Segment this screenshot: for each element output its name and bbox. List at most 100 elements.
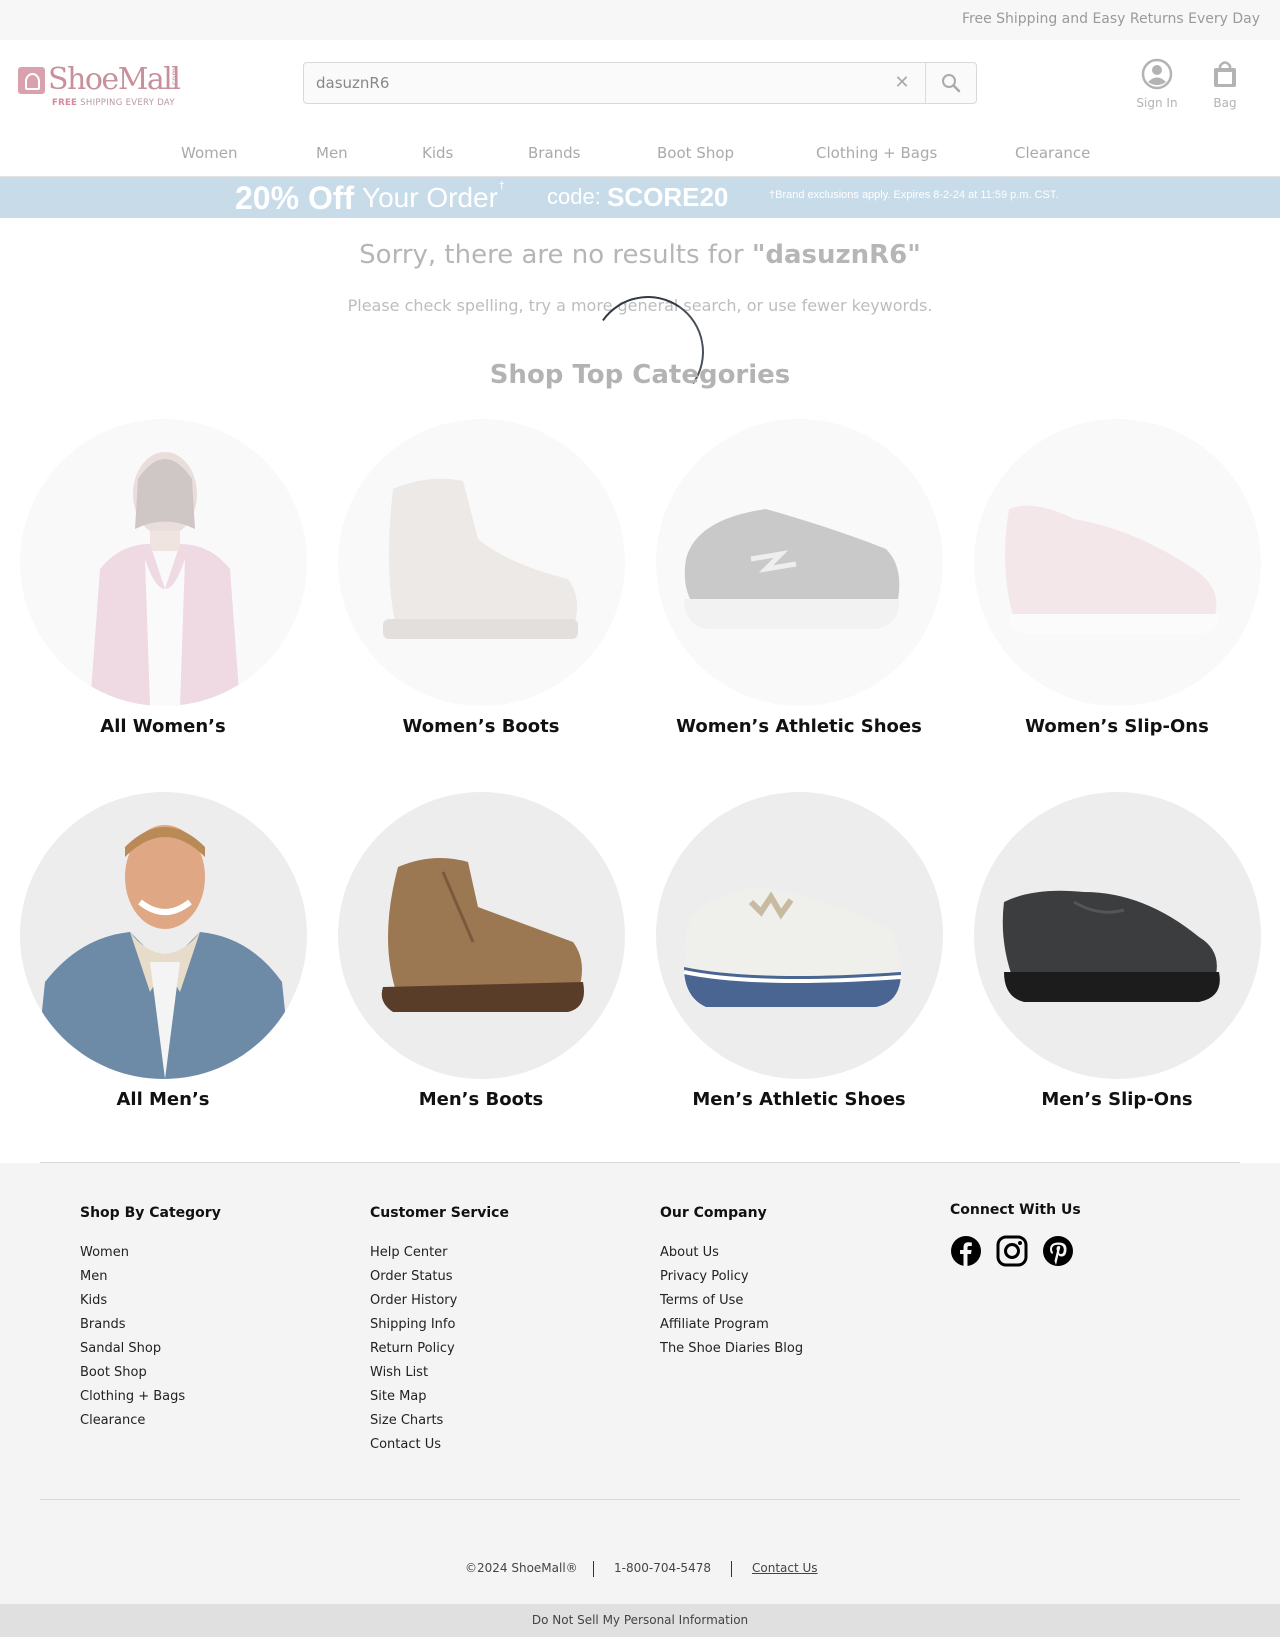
offer-dagger: † <box>499 179 505 192</box>
category-image <box>973 419 1261 706</box>
footer-link-help-center[interactable]: Help Center <box>370 1241 509 1265</box>
search-icon <box>942 74 961 93</box>
category-label: Women’s Athletic Shoes <box>676 716 922 737</box>
bag-label: Bag <box>1213 96 1237 110</box>
footer-our-company: Our Company About Us Privacy Policy Term… <box>660 1205 803 1361</box>
promo-strip: Free Shipping and Easy Returns Every Day <box>0 0 1280 40</box>
offer-code: SCORE20 <box>607 182 729 212</box>
no-results-heading: Sorry, there are no results for "dasuznR… <box>359 240 921 270</box>
footer-link-women[interactable]: Women <box>80 1241 221 1265</box>
footer-link-site-map[interactable]: Site Map <box>370 1385 509 1409</box>
category-image <box>655 792 943 1079</box>
footer-legal-row: ©2024 ShoeMall® 1-800-704-5478 Contact U… <box>0 1561 1280 1581</box>
legal-separator <box>593 1561 594 1577</box>
category-image <box>337 419 625 706</box>
footer-link-men[interactable]: Men <box>80 1265 221 1289</box>
footer-link-terms-of-use[interactable]: Terms of Use <box>660 1289 803 1313</box>
search-input[interactable] <box>316 71 856 95</box>
footer-link-clothing-bags[interactable]: Clothing + Bags <box>80 1385 221 1409</box>
category-womens-athletic[interactable]: Women’s Athletic Shoes <box>654 419 944 737</box>
nav-kids[interactable]: Kids <box>422 144 453 162</box>
nav-brands[interactable]: Brands <box>528 144 581 162</box>
category-label: Men’s Slip-Ons <box>1041 1089 1193 1110</box>
footer: Shop By Category Women Men Kids Brands S… <box>0 1163 1280 1604</box>
footer-customer-service: Customer Service Help Center Order Statu… <box>370 1205 509 1457</box>
logo-name: ShoeMall <box>48 62 181 97</box>
logo-mark-icon <box>18 67 45 94</box>
footer-link-brands[interactable]: Brands <box>80 1313 221 1337</box>
category-label: All Men’s <box>116 1089 210 1110</box>
footer-link-contact-us[interactable]: Contact Us <box>370 1433 509 1457</box>
close-icon[interactable]: ✕ <box>890 71 914 95</box>
user-icon <box>1141 58 1173 90</box>
footer-link-order-status[interactable]: Order Status <box>370 1265 509 1289</box>
phone-number[interactable]: 1-800-704-5478 <box>614 1561 711 1575</box>
search-bar: ✕ <box>303 62 977 104</box>
footer-link-return-policy[interactable]: Return Policy <box>370 1337 509 1361</box>
category-womens-boots[interactable]: Women’s Boots <box>336 419 626 737</box>
category-all-mens[interactable]: All Men’s <box>18 792 308 1110</box>
category-womens-slip-ons[interactable]: Women’s Slip-Ons <box>972 419 1262 737</box>
bag-icon <box>1214 61 1236 87</box>
instagram-icon[interactable] <box>996 1235 1028 1267</box>
offer-percent: 20% Off <box>235 180 355 216</box>
category-mens-slip-ons[interactable]: Men’s Slip-Ons <box>972 792 1262 1110</box>
nav-women[interactable]: Women <box>181 144 237 162</box>
nav-men[interactable]: Men <box>316 144 348 162</box>
category-image <box>19 419 307 706</box>
category-image <box>337 792 625 1079</box>
footer-link-shipping-info[interactable]: Shipping Info <box>370 1313 509 1337</box>
footer-link-about-us[interactable]: About Us <box>660 1241 803 1265</box>
footer-heading: Our Company <box>660 1205 767 1221</box>
nav-boot-shop[interactable]: Boot Shop <box>657 144 734 162</box>
footer-heading: Customer Service <box>370 1205 509 1221</box>
sign-in-label: Sign In <box>1136 96 1178 110</box>
footer-shop-by-category: Shop By Category Women Men Kids Brands S… <box>80 1205 221 1433</box>
footer-heading: Shop By Category <box>80 1205 221 1221</box>
category-label: Women’s Slip-Ons <box>1025 716 1209 737</box>
footer-link-shoe-diaries-blog[interactable]: The Shoe Diaries Blog <box>660 1337 803 1361</box>
contact-us-link[interactable]: Contact Us <box>752 1561 818 1575</box>
offer-fine-print: †Brand exclusions apply. Expires 8-2-24 … <box>769 189 1059 201</box>
category-mens-boots[interactable]: Men’s Boots <box>336 792 626 1110</box>
shop-top-categories-title: Shop Top Categories <box>489 360 791 390</box>
pinterest-icon[interactable] <box>1042 1235 1074 1267</box>
category-label: Men’s Boots <box>418 1089 544 1110</box>
category-image <box>655 419 943 706</box>
footer-link-size-charts[interactable]: Size Charts <box>370 1409 509 1433</box>
nav-clothing-bags[interactable]: Clothing + Bags <box>816 144 937 162</box>
footer-link-wish-list[interactable]: Wish List <box>370 1361 509 1385</box>
footer-link-privacy-policy[interactable]: Privacy Policy <box>660 1265 803 1289</box>
footer-link-boot-shop[interactable]: Boot Shop <box>80 1361 221 1385</box>
search-query: "dasuznR6" <box>751 240 921 270</box>
legal-separator <box>731 1561 732 1577</box>
footer-link-kids[interactable]: Kids <box>80 1289 221 1313</box>
logo-dotcom: .com <box>170 68 179 88</box>
copyright: ©2024 ShoeMall® <box>465 1561 578 1575</box>
logo-tagline: FREE SHIPPING EVERY DAY <box>52 98 175 108</box>
category-mens-athletic[interactable]: Men’s Athletic Shoes <box>654 792 944 1110</box>
nav-clearance[interactable]: Clearance <box>1015 144 1090 162</box>
footer-link-clearance[interactable]: Clearance <box>80 1409 221 1433</box>
footer-bottom-divider <box>40 1499 1240 1500</box>
offer-code-label: code: <box>547 184 601 209</box>
footer-link-sandal-shop[interactable]: Sandal Shop <box>80 1337 221 1361</box>
offer-your-order: Your Order <box>362 182 498 213</box>
do-not-sell-link[interactable]: Do Not Sell My Personal Information <box>0 1604 1280 1637</box>
category-image <box>19 792 307 1079</box>
category-image <box>973 792 1261 1079</box>
search-button[interactable] <box>926 63 976 103</box>
category-label: All Women’s <box>100 716 226 737</box>
footer-heading: Connect With Us <box>950 1202 1081 1218</box>
footer-link-affiliate-program[interactable]: Affiliate Program <box>660 1313 803 1337</box>
category-label: Men’s Athletic Shoes <box>692 1089 906 1110</box>
sign-in-button[interactable]: Sign In <box>1130 58 1184 110</box>
facebook-icon[interactable] <box>950 1235 982 1267</box>
bag-button[interactable]: Bag <box>1204 58 1246 110</box>
shoemall-logo[interactable]: ShoeMall .com FREE SHIPPING EVERY DAY <box>18 62 188 110</box>
footer-link-order-history[interactable]: Order History <box>370 1289 509 1313</box>
category-all-womens[interactable]: All Women’s <box>18 419 308 737</box>
category-label: Women’s Boots <box>402 716 560 737</box>
offer-banner[interactable]: 20% Off Your Order † code: SCORE20 †Bran… <box>0 177 1280 218</box>
footer-connect: Connect With Us <box>950 1202 1081 1238</box>
